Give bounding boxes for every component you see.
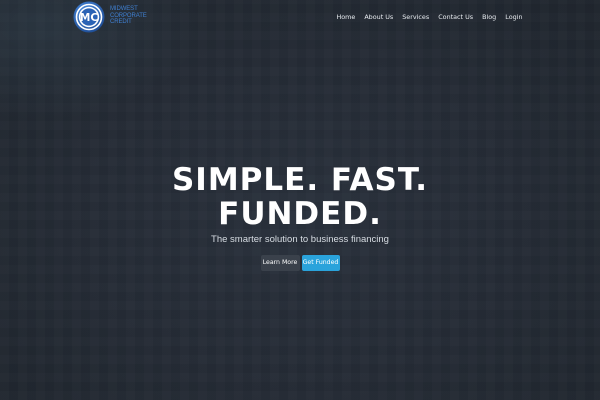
nav-item-blog[interactable]: Blog [478,13,501,22]
nav-item-about-us[interactable]: About Us [360,13,398,22]
site-header: MC MIDWEST CORPORATE CREDIT Home About U… [0,0,600,36]
logo-wordmark: MIDWEST CORPORATE CREDIT [110,6,147,26]
hero-cta-group: Learn More Get Funded [0,255,600,271]
logo-initials: MC [80,12,98,24]
hero-headline: SIMPLE. FAST. FUNDED. [0,163,600,231]
hero-headline-line-1: SIMPLE. FAST. [171,162,429,198]
nav-item-login[interactable]: Login [501,13,527,22]
logo-link[interactable]: MC MIDWEST CORPORATE CREDIT [73,0,147,34]
nav-item-home[interactable]: Home [332,13,360,22]
main-nav: Home About Us Services Contact Us Blog L… [332,13,527,22]
hero-section: SIMPLE. FAST. FUNDED. The smarter soluti… [0,0,600,400]
get-funded-button[interactable]: Get Funded [301,255,340,271]
hero-subheading: The smarter solution to business financi… [211,234,389,245]
nav-item-services[interactable]: Services [398,13,434,22]
logo-line-3: CREDIT [110,19,132,26]
learn-more-button[interactable]: Learn More [260,255,300,271]
logo-emblem-icon: MC [73,1,105,33]
hero-headline-line-2: FUNDED. [218,196,382,232]
nav-item-contact-us[interactable]: Contact Us [434,13,478,22]
